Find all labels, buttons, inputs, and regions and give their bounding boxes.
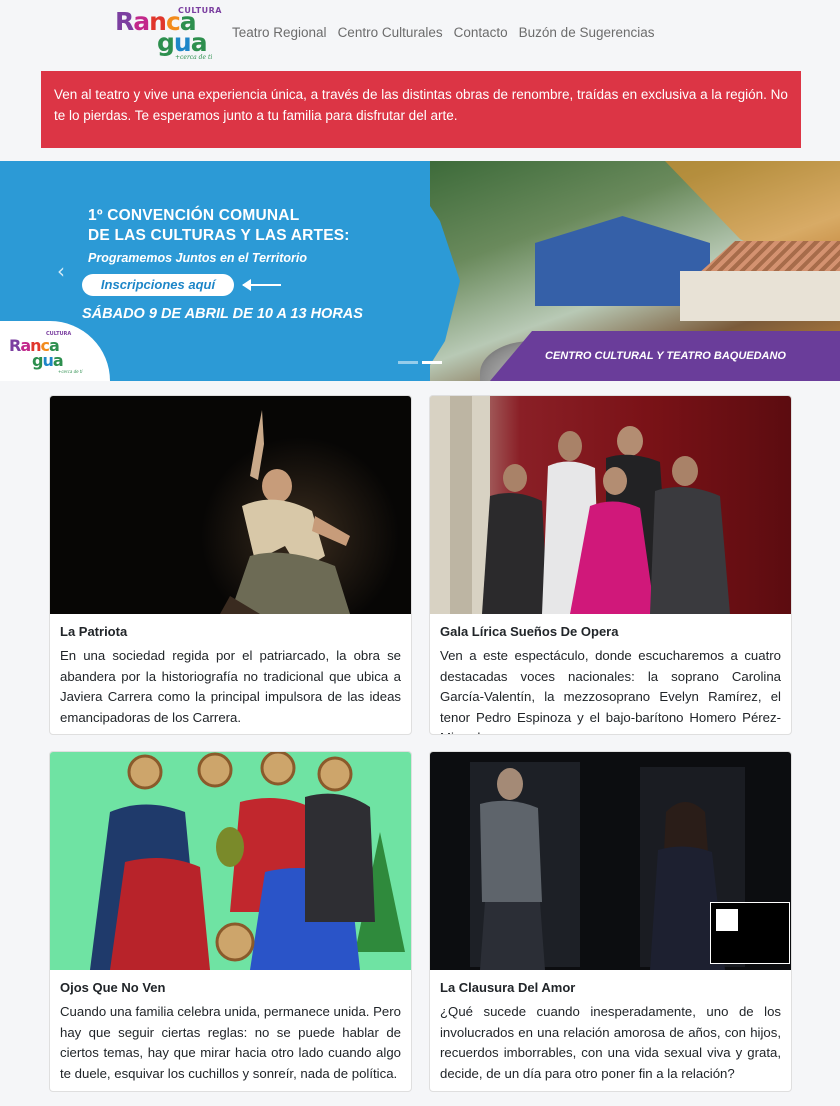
family-cast-group <box>90 752 405 970</box>
event-card-la-patriota[interactable]: La Patriota En una sociedad regida por e… <box>49 395 412 735</box>
registration-button[interactable]: Inscripciones aquí <box>82 274 234 296</box>
carousel-indicator-1[interactable] <box>398 361 418 364</box>
carousel-indicators <box>398 361 442 364</box>
nav-link-centros-culturales[interactable]: Centro Culturales <box>338 25 443 40</box>
navbar: CULTURA Ranca gua +cerca de ti Teatro Re… <box>0 0 840 66</box>
banner-title-line1: 1º CONVENCIÓN COMUNAL <box>88 207 300 224</box>
card-body: Ojos Que No Ven Cuando una familia celeb… <box>50 970 411 1091</box>
card-description: Cuando una familia celebra unida, perman… <box>60 1004 401 1081</box>
banner-date: SÁBADO 9 DE ABRIL DE 10 A 13 HORAS <box>82 306 363 322</box>
logo-gua-text: gua <box>157 28 208 57</box>
hero-carousel[interactable]: CULTURA Ranca gua +cerca de ti 1º CONVEN… <box>0 161 840 381</box>
nav-link-teatro-regional[interactable]: Teatro Regional <box>232 25 327 40</box>
card-title[interactable]: La Patriota <box>60 624 401 639</box>
event-image-la-patriota <box>50 396 411 614</box>
card-title[interactable]: La Clausura Del Amor <box>440 980 781 995</box>
banner-logo-tagline: +cerca de ti <box>58 369 83 374</box>
nav-link-buzon-sugerencias[interactable]: Buzón de Sugerencias <box>519 25 655 40</box>
chile-crest-icon <box>716 909 738 931</box>
card-description: ¿Qué sucede cuando inesperadamente, uno … <box>440 1004 781 1081</box>
nav-link-contacto[interactable]: Contacto <box>454 25 508 40</box>
event-card-la-clausura-del-amor[interactable]: La Clausura Del Amor ¿Qué sucede cuando … <box>429 751 792 1092</box>
event-image-ojos-que-no-ven <box>50 752 411 970</box>
event-image-la-clausura-del-amor <box>430 752 791 970</box>
brand-logo[interactable]: CULTURA Ranca gua +cerca de ti <box>115 6 221 62</box>
card-body: Gala Lírica Sueños De Opera Ven a este e… <box>430 614 791 734</box>
event-card-gala-lirica[interactable]: Gala Lírica Sueños De Opera Ven a este e… <box>429 395 792 735</box>
main-nav: Teatro Regional Centro Culturales Contac… <box>232 25 655 40</box>
card-title[interactable]: Ojos Que No Ven <box>60 980 401 995</box>
card-body: La Patriota En una sociedad regida por e… <box>50 614 411 734</box>
carousel-indicator-2[interactable] <box>422 361 442 364</box>
card-description: Ven a este espectáculo, donde escucharem… <box>440 648 781 734</box>
card-body: La Clausura Del Amor ¿Qué sucede cuando … <box>430 970 791 1091</box>
card-description: En una sociedad regida por el patriarcad… <box>60 648 401 725</box>
logo-tagline: +cerca de ti <box>175 54 213 61</box>
event-card-ojos-que-no-ven[interactable]: Ojos Que No Ven Cuando una familia celeb… <box>49 751 412 1092</box>
singers-group <box>430 396 730 614</box>
banner-title-line2: DE LAS CULTURAS Y LAS ARTES: <box>88 227 350 244</box>
arrow-left-icon <box>242 279 281 291</box>
card-title[interactable]: Gala Lírica Sueños De Opera <box>440 624 781 639</box>
banner-colonial-house-image <box>680 271 840 321</box>
actress-figure <box>220 410 350 614</box>
banner-logo-gua: gua <box>32 351 64 370</box>
banner-venue: CENTRO CULTURAL Y TEATRO BAQUEDANO <box>545 350 786 362</box>
banner-title: 1º CONVENCIÓN COMUNAL DE LAS CULTURAS Y … <box>88 206 388 246</box>
carousel-prev-icon[interactable]: ‹ <box>52 261 70 281</box>
ministry-seal-logo <box>710 902 790 964</box>
info-alert: Ven al teatro y vive una experiencia úni… <box>41 71 801 148</box>
event-image-gala-lirica <box>430 396 791 614</box>
banner-subtitle: Programemos Juntos en el Territorio <box>88 251 308 265</box>
